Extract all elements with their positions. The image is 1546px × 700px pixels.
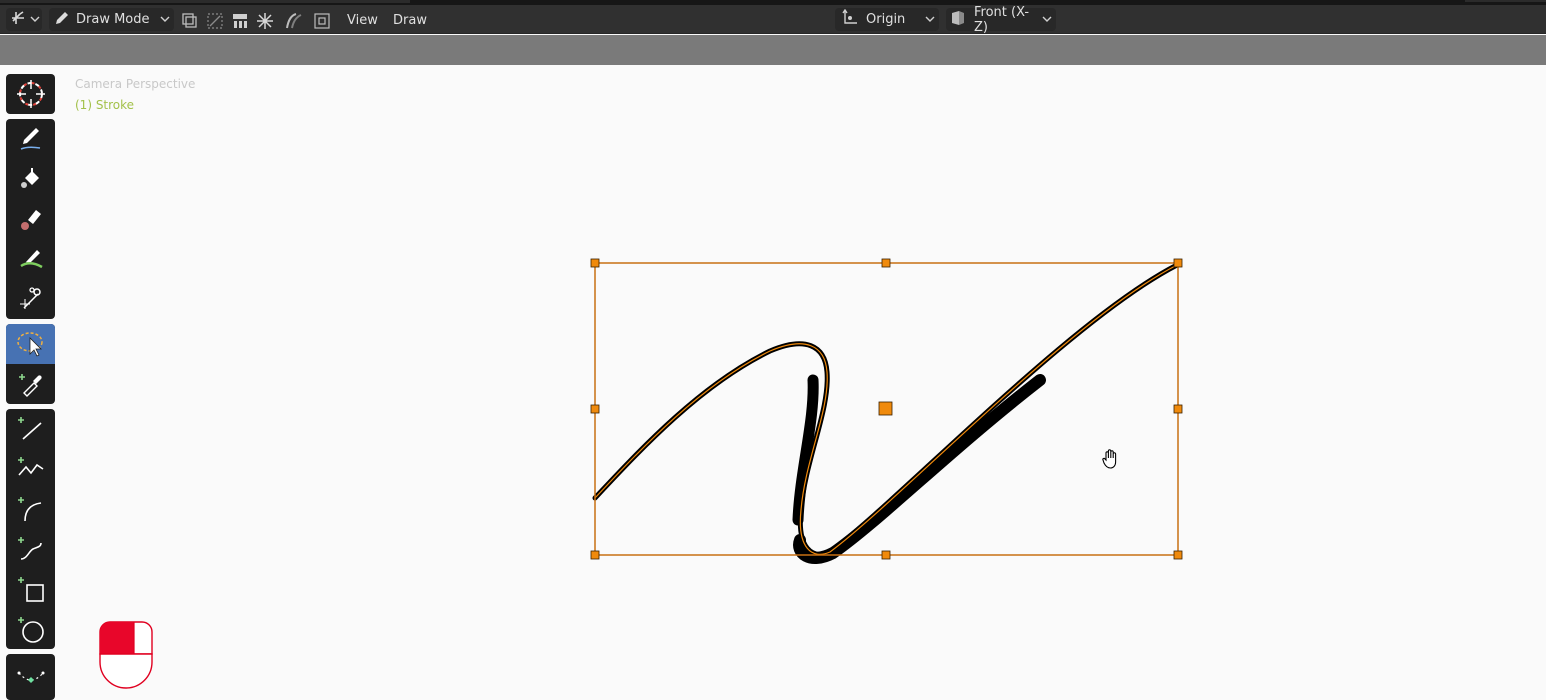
- handle-bottom-right[interactable]: [1173, 550, 1183, 560]
- tint-icon[interactable]: [6, 239, 55, 279]
- handle-top-center[interactable]: [881, 258, 891, 268]
- tool-group-interpolate: [6, 654, 55, 700]
- arc-icon[interactable]: [6, 489, 55, 529]
- handle-middle-right[interactable]: [1173, 404, 1183, 414]
- stroke-thick-part: [792, 374, 819, 526]
- draw-icon[interactable]: [6, 119, 55, 159]
- fill-icon[interactable]: [6, 159, 55, 199]
- stroke-canvas[interactable]: [0, 0, 1546, 700]
- cursor-icon[interactable]: [6, 74, 55, 114]
- stroke-thick-part: [793, 374, 1046, 564]
- box-icon[interactable]: [6, 569, 55, 609]
- interpolate-icon[interactable]: [6, 657, 55, 697]
- tool-group-cursor: [6, 74, 55, 114]
- line-icon[interactable]: [6, 409, 55, 449]
- polyline-icon[interactable]: [6, 449, 55, 489]
- handle-center[interactable]: [878, 401, 893, 416]
- handle-middle-left[interactable]: [590, 404, 600, 414]
- eyedropper-icon[interactable]: [6, 364, 55, 404]
- mouse-left-click-icon: [98, 620, 154, 694]
- select-box-icon[interactable]: [6, 324, 55, 364]
- handle-top-left[interactable]: [590, 258, 600, 268]
- tool-group-select: [6, 324, 55, 404]
- handle-bottom-center[interactable]: [881, 550, 891, 560]
- erase-icon[interactable]: [6, 199, 55, 239]
- cutter-icon[interactable]: [6, 279, 55, 319]
- tool-group-draw: [6, 119, 55, 319]
- handle-top-right[interactable]: [1173, 258, 1183, 268]
- handle-bottom-left[interactable]: [590, 550, 600, 560]
- circle-icon[interactable]: [6, 609, 55, 649]
- tool-group-primitives: [6, 409, 55, 649]
- hand-grab-cursor-icon: [1101, 448, 1121, 474]
- curve-icon[interactable]: [6, 529, 55, 569]
